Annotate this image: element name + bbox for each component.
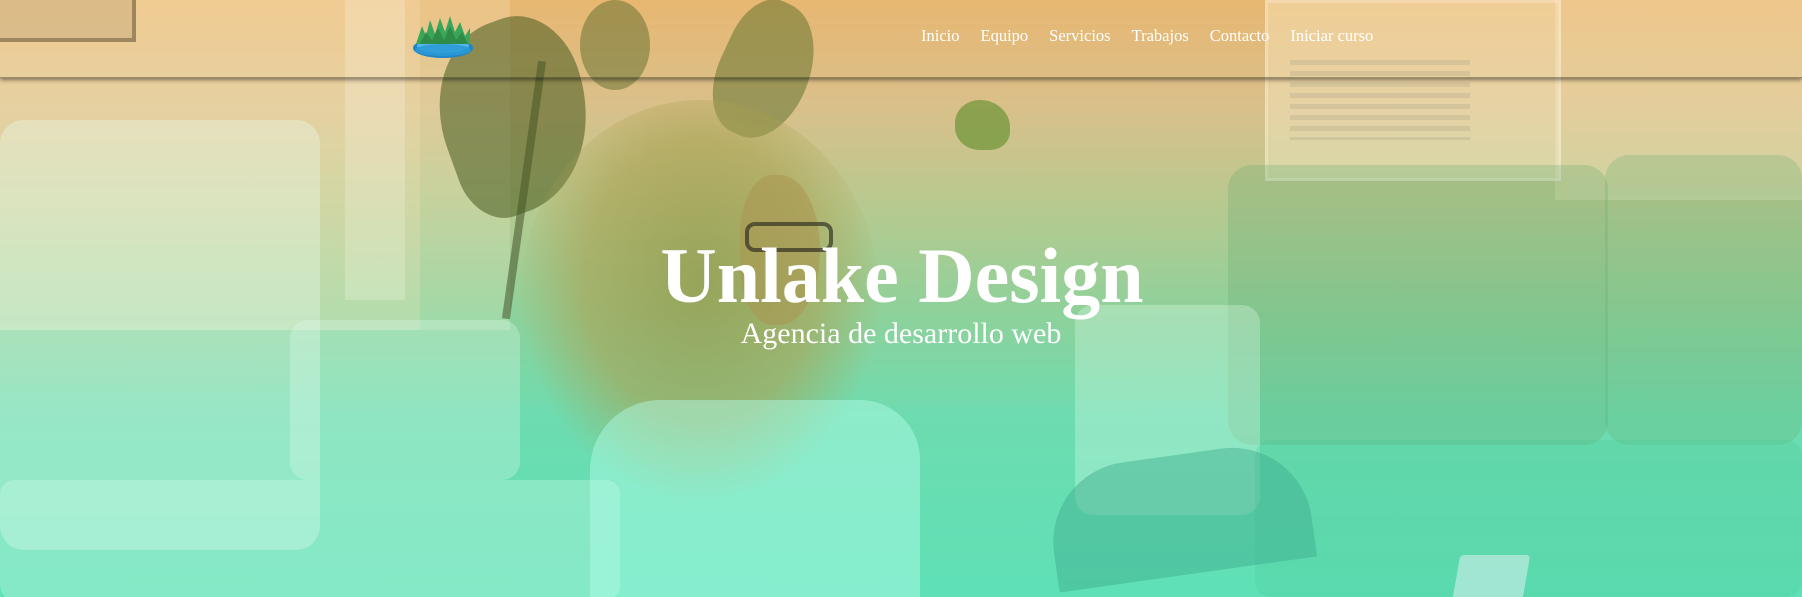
sofa-right-seat [1255, 440, 1802, 597]
nav-link-servicios[interactable]: Servicios [1049, 24, 1110, 48]
nav-link-contacto[interactable]: Contacto [1210, 24, 1270, 48]
site-header: Inicio Equipo Servicios Trabajos Contact… [0, 0, 1802, 78]
nav-link-trabajos[interactable]: Trabajos [1132, 24, 1189, 48]
hero-title: Unlake Design [660, 232, 1144, 319]
hero-section: Inicio Equipo Servicios Trabajos Contact… [0, 0, 1802, 597]
laptop [1449, 555, 1531, 597]
hero-text-block: Unlake Design Agencia de desarrollo web [0, 232, 1802, 352]
hero-subtitle: Agencia de desarrollo web [740, 317, 1062, 350]
main-nav: Inicio Equipo Servicios Trabajos Contact… [921, 24, 1394, 48]
plant-leaf [955, 100, 1010, 150]
nav-link-iniciar-curso[interactable]: Iniciar curso [1290, 24, 1373, 48]
nav-link-inicio[interactable]: Inicio [921, 24, 960, 48]
lake-island-logo-icon[interactable] [410, 10, 476, 60]
person-shirt [590, 400, 920, 597]
nav-link-equipo[interactable]: Equipo [981, 24, 1029, 48]
sofa-left-seat [0, 480, 620, 597]
